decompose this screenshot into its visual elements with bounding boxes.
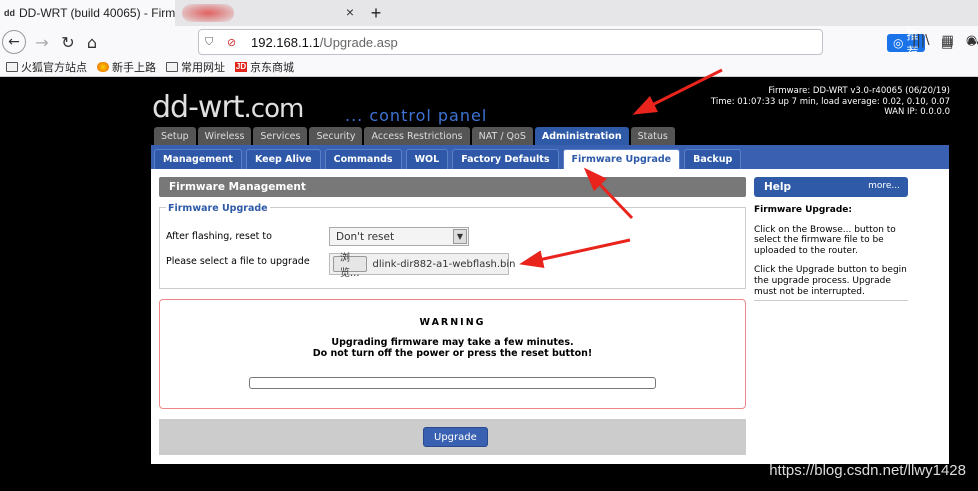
control-panel-subtitle: ... control panel <box>345 106 488 125</box>
back-arrow-icon: ← <box>8 34 20 50</box>
chevron-down-icon: ▼ <box>453 229 467 244</box>
reload-icon: ↻ <box>61 32 75 52</box>
bookmark-label: 京东商城 <box>250 62 294 74</box>
help-header: Help more... <box>754 177 908 197</box>
forward-button[interactable]: → <box>30 30 54 54</box>
help-body: Firmware Upgrade: Click on the Browse...… <box>754 205 908 306</box>
warning-line-2: Do not turn off the power or press the r… <box>312 348 593 359</box>
reset-select-value: Don't reset <box>336 230 395 243</box>
folder-icon <box>166 62 178 72</box>
tab-title: DD-WRT (build 40065) - Firm <box>19 6 175 20</box>
help-more-link[interactable]: more... <box>868 181 900 191</box>
reset-select[interactable]: Don't reset ▼ <box>329 227 469 246</box>
main-tabs: Setup Wireless Services Security Access … <box>154 127 675 146</box>
folder-icon <box>6 62 18 72</box>
browser-tab-active[interactable]: dd DD-WRT (build 40065) - Firm <box>0 0 175 26</box>
new-tab-button[interactable]: + <box>364 0 388 26</box>
subtab-management[interactable]: Management <box>154 149 242 169</box>
shield-icon: ⛉ <box>205 35 214 48</box>
bulb-icon: ◎ <box>893 36 904 50</box>
url-host: 192.168.1.1 <box>251 34 320 50</box>
ddwrt-logo: dd-wrt.com <box>152 90 305 125</box>
account-icon[interactable]: ◉ <box>966 33 977 48</box>
subtab-commands[interactable]: Commands <box>324 149 402 169</box>
subtab-wol[interactable]: WOL <box>405 149 449 169</box>
forward-arrow-icon: → <box>35 32 49 52</box>
tab-setup[interactable]: Setup <box>154 127 196 145</box>
bookmark-firefox-official[interactable]: 火狐官方站点 <box>6 59 87 75</box>
help-paragraph-browse: Click on the Browse... button to select … <box>754 224 896 256</box>
ddwrt-favicon-icon: dd <box>4 8 15 18</box>
main-content: Firmware Management Firmware Upgrade Aft… <box>151 169 949 464</box>
browser-tab-bar: dd DD-WRT (build 40065) - Firm × + <box>0 0 978 26</box>
router-status-info: Firmware: DD-WRT v3.0-r40065 (06/20/19) … <box>711 86 950 118</box>
jd-icon: JD <box>235 62 247 72</box>
warning-box: WARNING Upgrading firmware may take a fe… <box>159 299 746 409</box>
bookmark-jd[interactable]: JD 京东商城 <box>235 59 294 75</box>
reset-label: After flashing, reset to <box>166 231 272 242</box>
file-input[interactable]: 浏览... dlink-dir882-a1-webflash.bin <box>329 253 516 279</box>
button-area: Upgrade <box>159 419 746 455</box>
tab-nat-qos[interactable]: NAT / QoS <box>471 127 533 145</box>
tab-services[interactable]: Services <box>253 127 308 145</box>
fieldset-legend: Firmware Upgrade <box>166 203 270 214</box>
help-paragraph-upgrade: Click the Upgrade button to begin the up… <box>754 265 907 297</box>
bookmark-getting-started[interactable]: 新手上路 <box>97 59 156 75</box>
tab-access-restrictions[interactable]: Access Restrictions <box>364 127 470 145</box>
bookmark-label: 火狐官方站点 <box>21 62 87 74</box>
back-button[interactable]: ← <box>2 30 26 54</box>
firmware-version: Firmware: DD-WRT v3.0-r40065 (06/20/19) <box>768 86 950 96</box>
insecure-lock-icon: ⊘ <box>227 36 237 49</box>
logo-text: dd-wrt <box>152 90 245 125</box>
selected-file-name: dlink-dir882-a1-webflash.bin <box>372 258 516 270</box>
browser-nav-bar: ← → ↻ ⌂ ⛉ ⊘ 192.168.1.1/Upgrade.asp ◎ 推荐 … <box>0 26 978 59</box>
tab-administration[interactable]: Administration <box>534 127 629 146</box>
subtab-keep-alive[interactable]: Keep Alive <box>245 149 321 169</box>
bookmark-label: 常用网址 <box>181 62 225 74</box>
subtab-firmware-upgrade[interactable]: Firmware Upgrade <box>562 149 681 169</box>
bookmark-label: 新手上路 <box>112 62 156 74</box>
firefox-icon <box>97 62 109 72</box>
bookmarks-bar: 火狐官方站点 新手上路 常用网址 JD 京东商城 <box>0 58 978 77</box>
home-button[interactable]: ⌂ <box>80 30 104 54</box>
subtab-backup[interactable]: Backup <box>684 149 742 169</box>
sidebar-icon[interactable]: ▥ <box>942 33 954 48</box>
help-divider <box>754 300 908 301</box>
browser-tab-inactive[interactable]: × <box>176 0 362 26</box>
url-path: /Upgrade.asp <box>319 34 398 50</box>
tab-status[interactable]: Status <box>630 127 675 145</box>
url-bar[interactable]: ⛉ ⊘ 192.168.1.1/Upgrade.asp ◎推荐 ▤ ••• ☆ <box>198 28 978 59</box>
section-header: Firmware Management <box>159 177 746 197</box>
upgrade-progress-bar <box>249 377 656 389</box>
wan-ip: WAN IP: 0.0.0.0 <box>884 107 950 117</box>
subtab-factory-defaults[interactable]: Factory Defaults <box>452 149 559 169</box>
help-title: Help <box>764 181 792 193</box>
uptime-text: Time: 01:07:33 up 7 min, load average: 0… <box>710 96 950 107</box>
firmware-upgrade-fieldset: Firmware Upgrade After flashing, reset t… <box>159 203 746 289</box>
file-label: Please select a file to upgrade <box>166 256 310 267</box>
reload-button[interactable]: ↻ <box>56 30 80 54</box>
warning-title: WARNING <box>419 317 486 328</box>
sub-tabs: Management Keep Alive Commands WOL Facto… <box>154 149 742 169</box>
blurred-tab-icon <box>182 4 234 22</box>
tab-wireless[interactable]: Wireless <box>197 127 252 145</box>
library-icon[interactable]: |||\ <box>912 33 930 48</box>
logo-suffix: .com <box>243 94 305 124</box>
home-icon: ⌂ <box>86 32 98 52</box>
help-topic-title: Firmware Upgrade: <box>754 205 852 215</box>
screenshot: dd DD-WRT (build 40065) - Firm × + ← → ↻… <box>0 0 978 491</box>
bookmark-common-sites[interactable]: 常用网址 <box>166 59 225 75</box>
watermark-text: https://blog.csdn.net/llwy1428 <box>769 462 966 479</box>
close-tab-icon[interactable]: × <box>346 4 354 20</box>
tab-security[interactable]: Security <box>309 127 363 145</box>
browse-button[interactable]: 浏览... <box>333 253 367 279</box>
upgrade-button[interactable]: Upgrade <box>423 427 488 447</box>
warning-line-1: Upgrading firmware may take a few minute… <box>331 337 574 348</box>
